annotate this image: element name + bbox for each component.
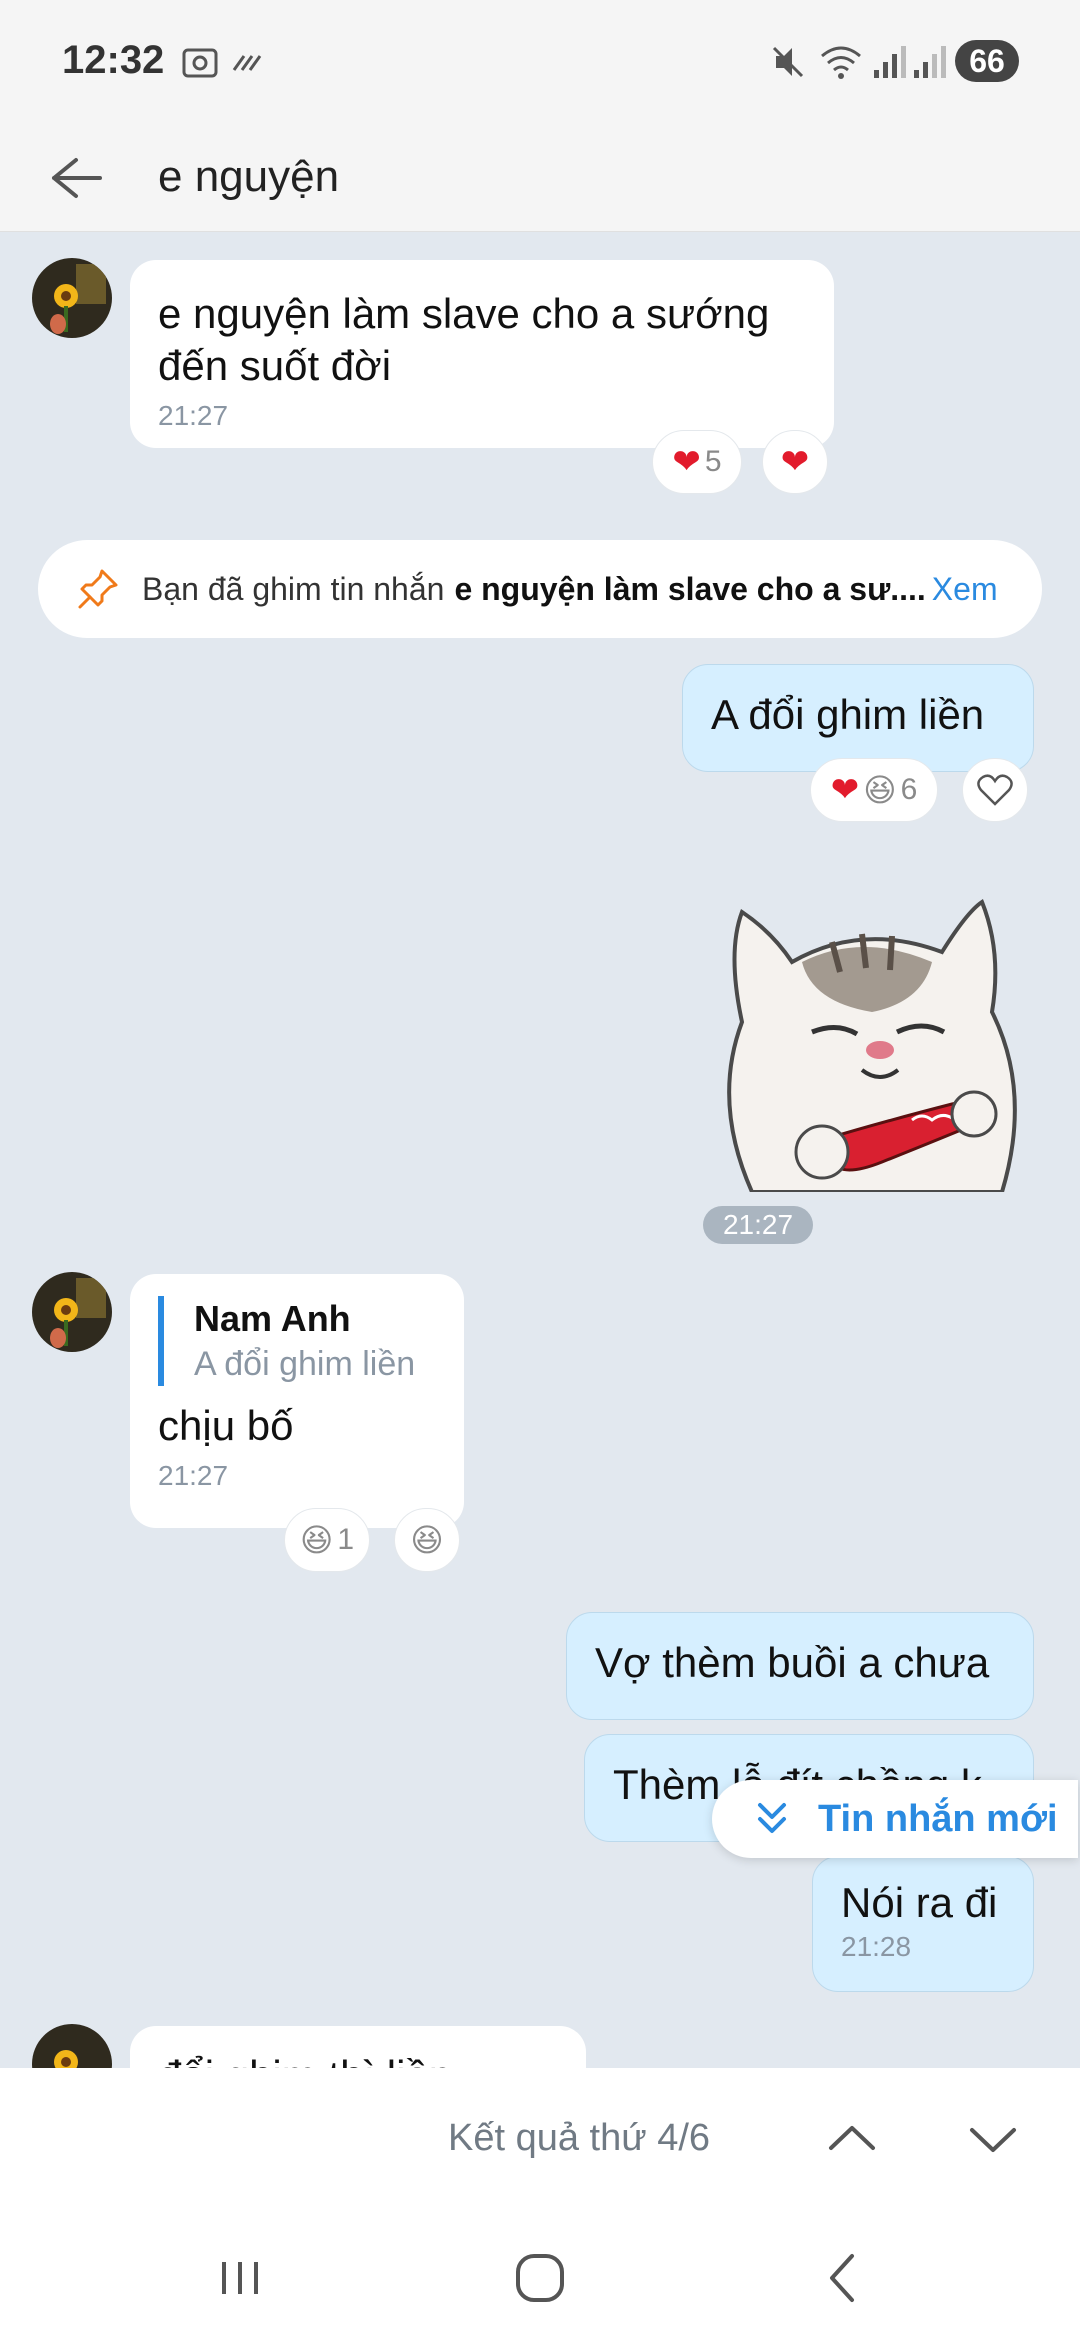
previous-result-button[interactable] (817, 2104, 887, 2174)
message-bubble-outgoing[interactable]: A đổi ghim liền (682, 664, 1034, 772)
message-bubble-outgoing[interactable]: Nói ra đi 21:28 (812, 1856, 1034, 1992)
pinned-message-banner[interactable]: Bạn đã ghim tin nhắn e nguyện làm slave … (38, 540, 1042, 638)
double-chevron-down-icon (758, 1803, 786, 1833)
reaction-summary[interactable]: 😆 1 (284, 1508, 370, 1572)
data-saver-icon (232, 55, 262, 71)
screenshot-icon (182, 48, 218, 78)
signal-icon-2 (914, 46, 946, 78)
laughing-emoji-icon: 😆 (863, 772, 897, 808)
message-text: chịu bố (158, 1402, 294, 1449)
heart-outline-icon (977, 774, 1013, 806)
avatar[interactable] (32, 2024, 112, 2068)
chevron-up-icon (829, 2126, 875, 2150)
status-time: 12:32 (62, 38, 165, 82)
quote-sender: Nam Anh (194, 1298, 351, 1339)
chat-title[interactable]: e nguyện (158, 142, 339, 212)
status-bar: 12:32 66 (0, 0, 1080, 124)
message-text: Vợ thèm buồi a chưa (595, 1639, 990, 1686)
sunflower-avatar-icon (32, 2024, 112, 2068)
search-result-counter: Kết quả thứ 4/6 (448, 2117, 711, 2159)
system-back-icon[interactable] (814, 2248, 874, 2308)
avatar[interactable] (32, 258, 112, 338)
message-text: Nói ra đi (841, 1879, 998, 1926)
message-text: e nguyện làm slave cho a sướng đến suốt … (158, 290, 770, 389)
message-bubble-incoming-reply[interactable]: Nam Anh A đổi ghim liền chịu bố 21:27 (130, 1274, 464, 1528)
search-results-bar: Kết quả thứ 4/6 (0, 2068, 1080, 2212)
add-reaction-button[interactable] (962, 758, 1028, 822)
recent-apps-icon[interactable] (210, 2248, 270, 2308)
chat-header: e nguyện (0, 124, 1080, 232)
cat-sticker[interactable] (712, 872, 1032, 1194)
avatar[interactable] (32, 1272, 112, 1352)
signal-icon (874, 46, 906, 78)
pin-banner-message: e nguyện làm slave cho a sư.... (454, 570, 926, 607)
quote-text: A đổi ghim liền (194, 1345, 416, 1383)
system-navigation-bar (0, 2212, 1080, 2340)
message-bubble-incoming[interactable]: e nguyện làm slave cho a sướng đến suốt … (130, 260, 834, 448)
message-time: 21:27 (158, 400, 229, 431)
reaction-summary[interactable]: ❤ 😆 6 (810, 758, 938, 822)
battery-level: 66 (955, 40, 1019, 82)
view-pinned-link[interactable]: Xem (932, 571, 998, 608)
message-text: đổi ghim thì liền (158, 2050, 558, 2068)
heart-icon: ❤ (672, 443, 701, 481)
message-time: 21:27 (158, 1460, 229, 1491)
message-bubble-outgoing[interactable]: Vợ thèm buồi a chưa (566, 1612, 1034, 1720)
new-messages-button[interactable]: Tin nhắn mới (712, 1780, 1078, 1858)
chat-area[interactable]: e nguyện làm slave cho a sướng đến suốt … (0, 232, 1080, 2068)
heart-icon: ❤ (830, 771, 860, 809)
reaction-count: 5 (704, 445, 722, 478)
sunflower-avatar-icon (32, 1272, 112, 1352)
back-button[interactable] (46, 138, 106, 218)
own-reaction-button[interactable]: 😆 (394, 1508, 460, 1572)
pin-banner-text: Bạn đã ghim tin nhắn (142, 570, 445, 607)
reply-quote[interactable]: Nam Anh A đổi ghim liền (158, 1296, 436, 1386)
next-result-button[interactable] (958, 2104, 1028, 2174)
sunflower-avatar-icon (32, 258, 112, 338)
chevron-down-icon (970, 2128, 1016, 2152)
message-time: 21:28 (841, 1931, 912, 1962)
reaction-count: 6 (900, 773, 918, 806)
reaction-count: 1 (337, 1523, 355, 1556)
message-text: A đổi ghim liền (711, 691, 985, 738)
mute-icon (772, 46, 804, 78)
laughing-emoji-icon: 😆 (410, 1522, 444, 1558)
sticker-time: 21:27 (703, 1206, 813, 1244)
cat-sticker-image (727, 898, 1017, 1194)
pin-icon (78, 569, 118, 609)
heart-icon: ❤ (780, 443, 810, 481)
wifi-icon (821, 46, 861, 79)
new-messages-label: Tin nhắn mới (818, 1797, 1058, 1840)
own-reaction-button[interactable]: ❤ (762, 430, 828, 494)
back-arrow-icon (52, 158, 102, 198)
laughing-emoji-icon: 😆 (299, 1522, 334, 1558)
reaction-summary[interactable]: ❤ 5 (652, 430, 742, 494)
message-bubble-incoming[interactable]: đổi ghim thì liền (130, 2026, 586, 2068)
home-icon[interactable] (510, 2248, 570, 2308)
